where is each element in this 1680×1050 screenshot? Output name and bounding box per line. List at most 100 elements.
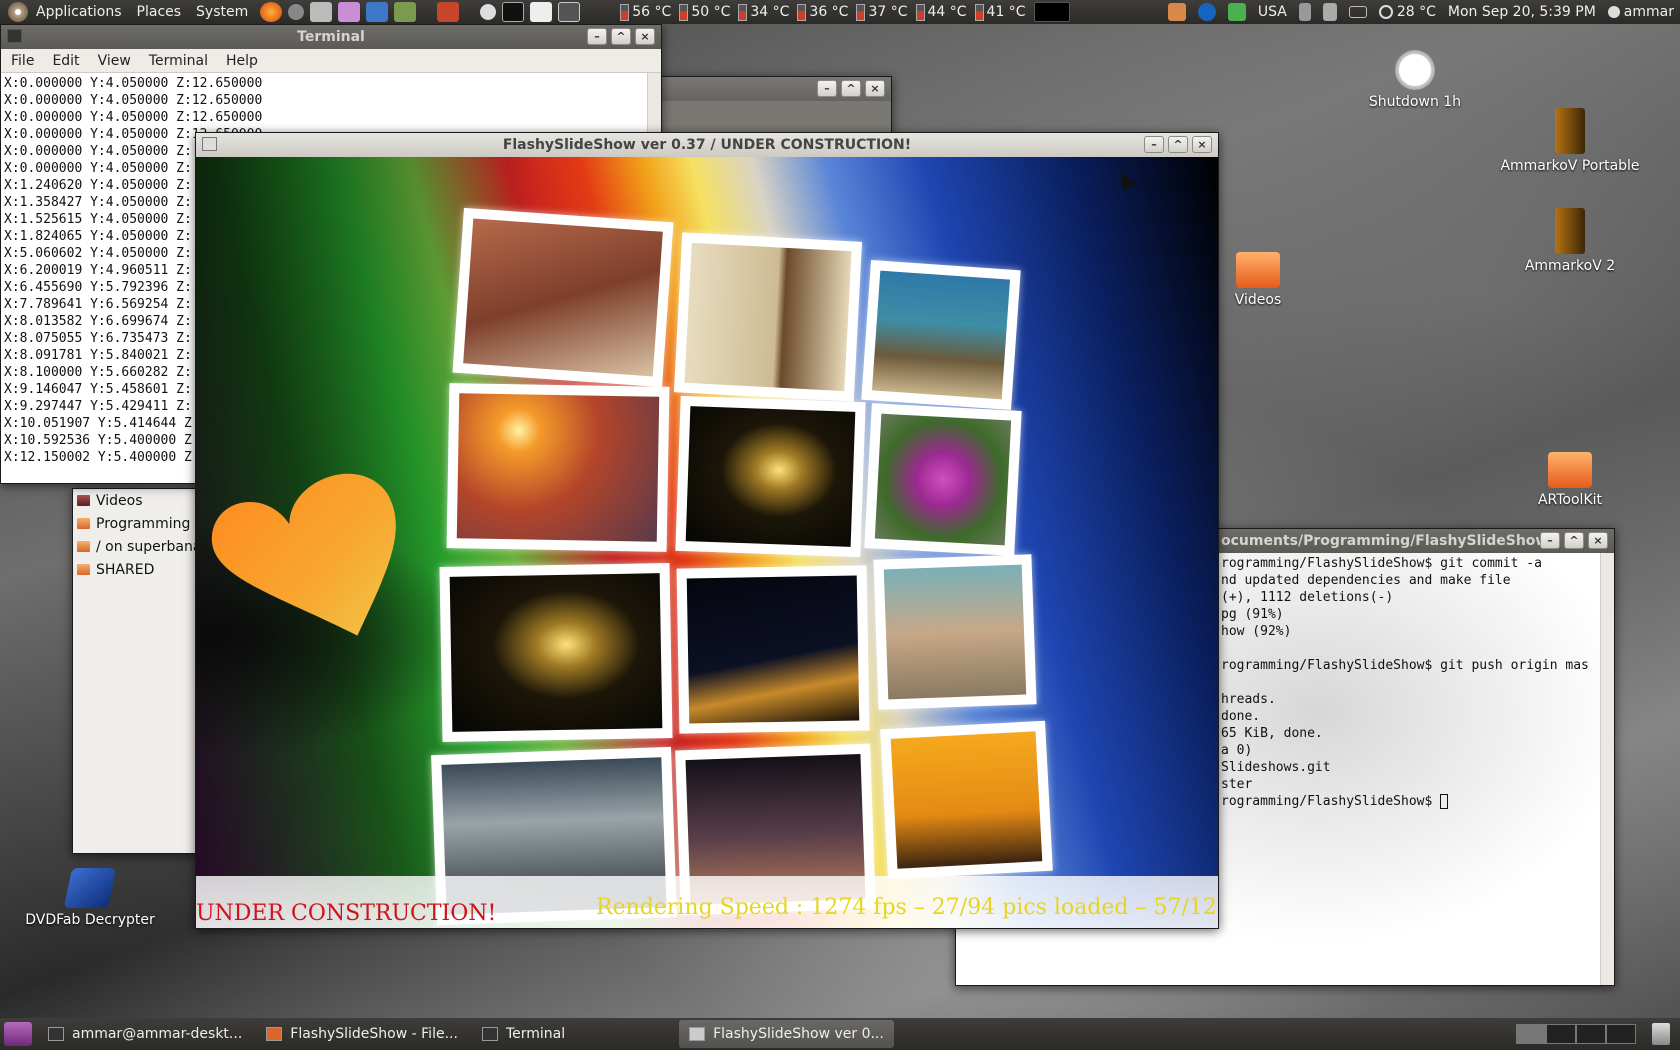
- workspace-1[interactable]: [1516, 1024, 1546, 1044]
- rendering-speed-label: Rendering Speed : 1274 fps – 27/94 pics …: [596, 895, 1218, 920]
- slideshow-window[interactable]: FlashySlideShow ver 0.37 / UNDER CONSTRU…: [195, 132, 1219, 929]
- minimize-button[interactable]: –: [587, 28, 607, 45]
- workspace-4[interactable]: [1606, 1024, 1636, 1044]
- trash-icon[interactable]: [1652, 1023, 1670, 1045]
- menu-applications[interactable]: Applications: [30, 4, 131, 20]
- window-title: ocuments/Programming/FlashySlideShow: [1221, 533, 1549, 549]
- window-titlebar[interactable]: – ^ ×: [661, 77, 891, 101]
- app-launcher-icon[interactable]: [288, 4, 305, 20]
- slideshow-photo[interactable]: [864, 403, 1022, 556]
- minimize-button[interactable]: –: [817, 80, 837, 97]
- window-title: FlashySlideShow ver 0.37 / UNDER CONSTRU…: [502, 137, 912, 153]
- slideshow-photo[interactable]: [452, 207, 674, 388]
- background-window[interactable]: – ^ ×: [660, 76, 892, 136]
- close-button[interactable]: ×: [1588, 532, 1608, 549]
- temp-sensor: 50 °C: [679, 3, 730, 21]
- firefox-icon[interactable]: [260, 2, 283, 22]
- thermometer-icon: [679, 3, 689, 21]
- menu-system[interactable]: System: [190, 4, 257, 20]
- minimize-button[interactable]: –: [1144, 136, 1164, 153]
- workspace-2[interactable]: [1546, 1024, 1576, 1044]
- workspace-3[interactable]: [1576, 1024, 1606, 1044]
- mail-icon[interactable]: [1348, 6, 1367, 18]
- close-button[interactable]: ×: [865, 80, 885, 97]
- folder-icon: [77, 564, 90, 575]
- pidgin-icon[interactable]: [480, 4, 497, 20]
- ubuntu-logo-icon[interactable]: [8, 2, 28, 22]
- thermometer-icon: [974, 3, 984, 21]
- terminal-icon: [48, 1027, 64, 1041]
- menu-file[interactable]: File: [1, 53, 42, 69]
- maximize-button[interactable]: ^: [1564, 532, 1584, 549]
- terminal-icon: [481, 1027, 498, 1041]
- slideshow-photo[interactable]: [675, 395, 866, 558]
- hp-icon[interactable]: [1197, 3, 1216, 21]
- places-item-network[interactable]: / on superbanana: [73, 535, 201, 558]
- menu-bar: File Edit View Terminal Help: [1, 49, 661, 73]
- menu-edit[interactable]: Edit: [42, 53, 87, 69]
- slideshow-photo[interactable]: [676, 565, 870, 734]
- task-terminal-2[interactable]: Terminal: [472, 1020, 575, 1048]
- keyboard-layout[interactable]: USA: [1258, 4, 1287, 20]
- temp-sensor: 44 °C: [915, 3, 967, 21]
- window-titlebar[interactable]: FlashySlideShow ver 0.37 / UNDER CONSTRU…: [196, 133, 1218, 157]
- slideshow-canvas[interactable]: UNDER CONSTRUCTION! Rendering Speed : 12…: [196, 157, 1218, 928]
- places-item-shared[interactable]: SHARED: [73, 558, 201, 581]
- menu-terminal[interactable]: Terminal: [139, 53, 216, 69]
- slideshow-photo[interactable]: [446, 383, 670, 552]
- gimp-icon[interactable]: [310, 2, 333, 22]
- desktop-icon-dvdfab[interactable]: DVDFab Decrypter: [20, 868, 160, 928]
- shield-icon[interactable]: [1227, 3, 1246, 21]
- file-manager-window[interactable]: Videos Programming / on superbanana SHAR…: [72, 488, 202, 854]
- user-icon[interactable]: [1167, 3, 1186, 21]
- weather-indicator[interactable]: 28 °C: [1378, 4, 1436, 20]
- slideshow-photo[interactable]: [880, 720, 1053, 880]
- app-launcher-icon[interactable]: [394, 2, 417, 22]
- minimize-button[interactable]: –: [1540, 532, 1560, 549]
- desktop-icon-artoolkit[interactable]: ARToolKit: [1500, 452, 1640, 508]
- drive-icon: [1555, 208, 1585, 254]
- app-launcher-icon[interactable]: [338, 2, 361, 22]
- desktop-icon-ammarkov-2[interactable]: AmmarkoV 2: [1500, 208, 1640, 274]
- slideshow-photo[interactable]: [673, 232, 863, 402]
- maximize-button[interactable]: ^: [1168, 136, 1188, 153]
- close-button[interactable]: ×: [1192, 136, 1212, 153]
- slideshow-photo[interactable]: [439, 563, 673, 742]
- video-folder-icon: [77, 495, 90, 506]
- window-menu-icon[interactable]: [202, 137, 217, 151]
- task-slideshow[interactable]: FlashySlideShow ver 0...: [679, 1020, 894, 1048]
- workspace-switcher[interactable]: [1516, 1024, 1636, 1044]
- desktop-icon-ammarkov-portable[interactable]: AmmarkoV Portable: [1500, 108, 1640, 174]
- volume-icon[interactable]: [1322, 3, 1337, 21]
- terminal-icon[interactable]: [502, 2, 525, 22]
- system-monitor-graph[interactable]: [1033, 2, 1070, 22]
- maximize-button[interactable]: ^: [611, 28, 631, 45]
- clock[interactable]: Mon Sep 20, 5:39 PM: [1448, 4, 1596, 20]
- show-desktop-button[interactable]: [4, 1022, 32, 1046]
- menu-help[interactable]: Help: [216, 53, 266, 69]
- text-editor-icon[interactable]: [530, 2, 553, 22]
- terminal-icon: [7, 29, 22, 43]
- task-terminal-1[interactable]: ammar@ammar-deskt...: [38, 1020, 252, 1048]
- slideshow-photo[interactable]: [861, 259, 1021, 411]
- menu-view[interactable]: View: [88, 53, 139, 69]
- task-file-manager[interactable]: FlashySlideShow - File...: [256, 1020, 468, 1048]
- close-button[interactable]: ×: [635, 28, 655, 45]
- window-titlebar[interactable]: Terminal – ^ ×: [1, 25, 661, 49]
- user-menu[interactable]: ammar: [1607, 4, 1674, 20]
- scrollbar[interactable]: [1600, 553, 1614, 985]
- maximize-button[interactable]: ^: [841, 80, 861, 97]
- toolbox-icon[interactable]: [437, 2, 460, 22]
- desktop-icon-shutdown[interactable]: Shutdown 1h: [1345, 50, 1485, 110]
- places-item-programming[interactable]: Programming: [73, 512, 201, 535]
- network-icon[interactable]: [1298, 3, 1311, 21]
- slideshow-photo[interactable]: [873, 554, 1037, 710]
- writer-icon[interactable]: [366, 2, 389, 22]
- dvd-icon: [63, 868, 117, 908]
- thermometer-icon: [915, 3, 925, 21]
- screenshot-icon[interactable]: [558, 2, 581, 22]
- places-item-videos[interactable]: Videos: [73, 489, 201, 512]
- drive-icon: [1555, 108, 1585, 154]
- menu-places[interactable]: Places: [131, 4, 191, 20]
